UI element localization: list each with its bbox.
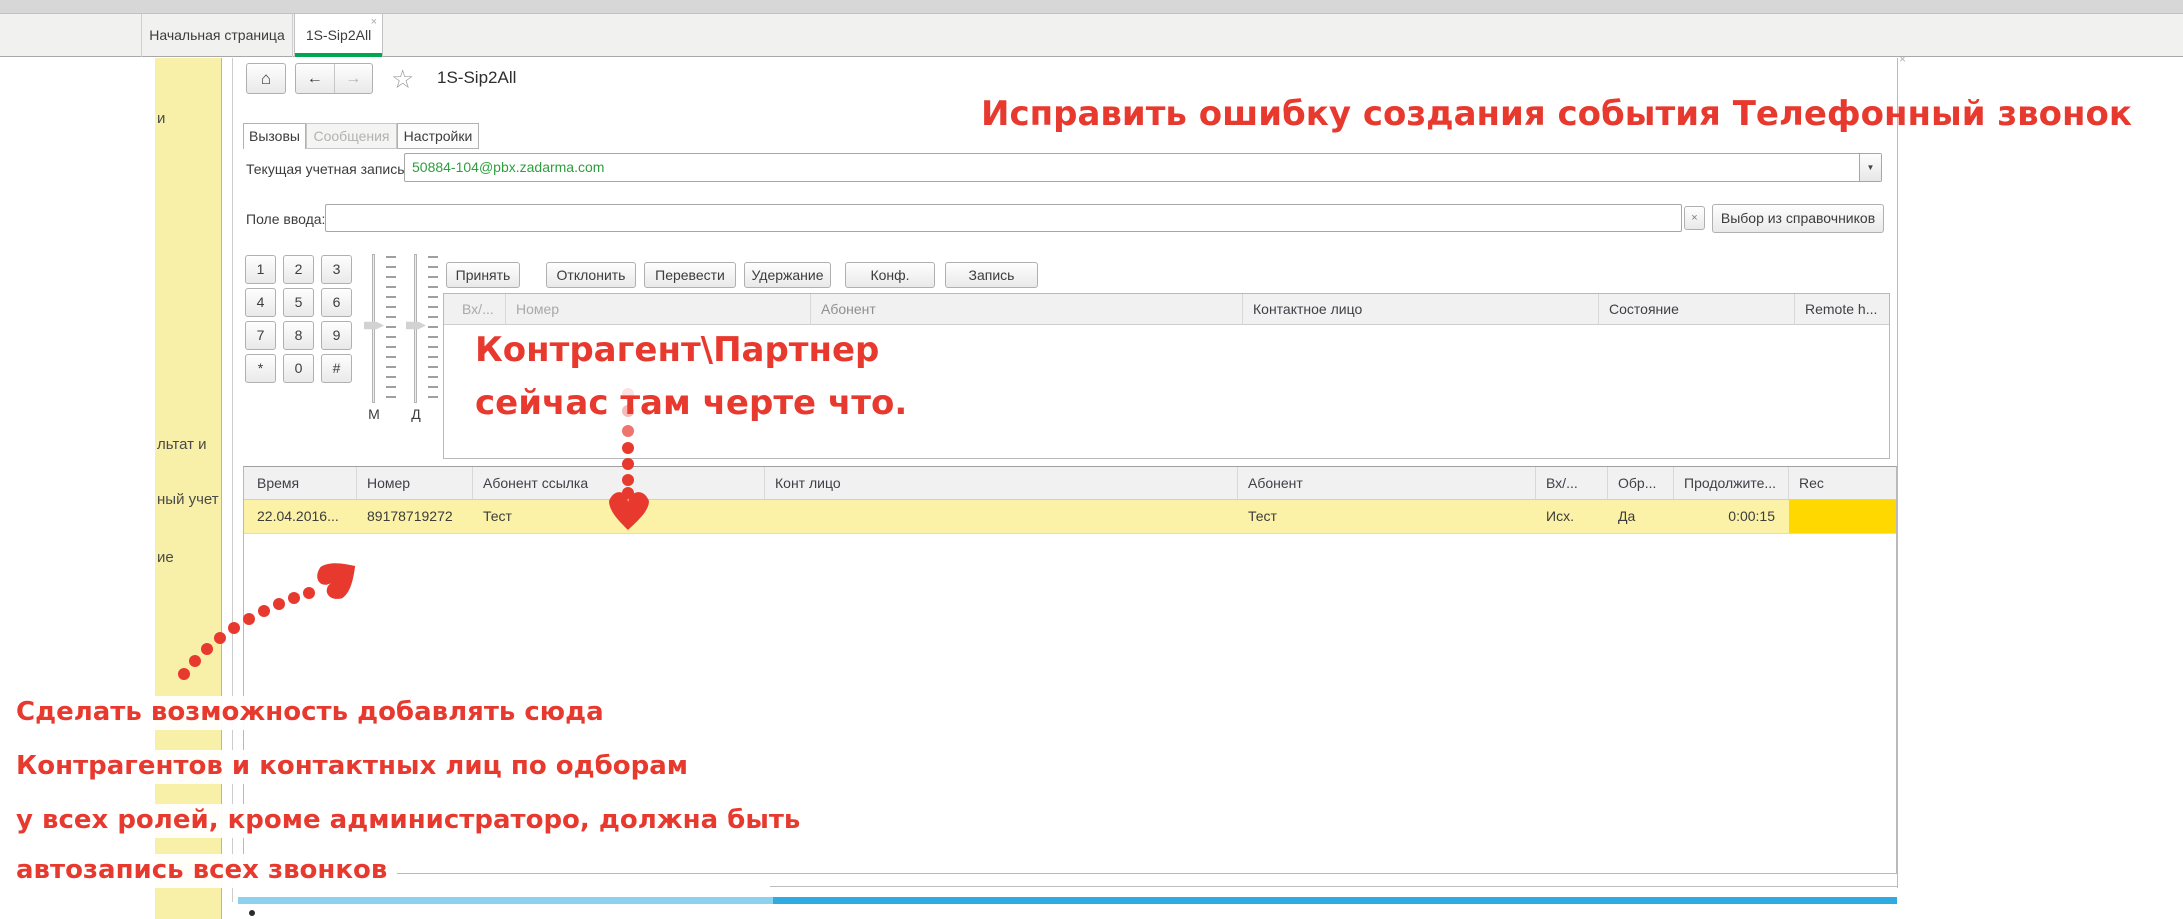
dialpad-key-9[interactable]: 9 — [321, 321, 352, 350]
col-rec[interactable]: Rec — [1789, 467, 1896, 499]
window-tab-home[interactable]: Начальная страница — [141, 14, 293, 57]
tab-close-icon[interactable]: × — [371, 17, 377, 28]
transfer-button[interactable]: Перевести — [644, 262, 736, 288]
pick-from-catalogs-button[interactable]: Выбор из справочников — [1712, 204, 1884, 233]
cell-contact — [765, 500, 1238, 533]
active-tab-indicator — [295, 53, 382, 57]
home-icon: ⌂ — [261, 69, 271, 88]
nav-history-group: ← → — [295, 63, 373, 94]
active-calls-header-row: Вх/... Номер Абонент Контактное лицо Сос… — [444, 294, 1889, 325]
home-button[interactable]: ⌂ — [246, 63, 286, 94]
dialpad-key-7[interactable]: 7 — [245, 321, 276, 350]
dialpad-key-6[interactable]: 6 — [321, 288, 352, 317]
tab-settings[interactable]: Настройки — [397, 123, 479, 149]
dynamic-slider-handle[interactable] — [406, 321, 426, 330]
window-tab-label: 1S-Sip2All — [306, 27, 371, 43]
cell-rec-indicator — [1789, 500, 1896, 533]
hold-button[interactable]: Удержание — [744, 262, 831, 288]
col-direction[interactable]: Вх/... — [444, 294, 506, 324]
dynamic-slider-label: Д — [408, 406, 424, 422]
dialpad-key-4[interactable]: 4 — [245, 288, 276, 317]
dialpad-key-2[interactable]: 2 — [283, 255, 314, 284]
account-label: Текущая учетная запись:: — [246, 161, 412, 177]
sidebar — [155, 58, 222, 919]
annotation-bottom-line2: Контрагентов и контактных лиц по одборам — [10, 750, 698, 784]
dialpad-key-8[interactable]: 8 — [283, 321, 314, 350]
window-title-strip — [0, 0, 2183, 14]
dialpad-key-1[interactable]: 1 — [245, 255, 276, 284]
annotation-top: Исправить ошибку создания события Телефо… — [981, 94, 2132, 134]
col-contact[interactable]: Конт лицо — [765, 467, 1238, 499]
col-processed[interactable]: Обр... — [1608, 467, 1674, 499]
table-row[interactable]: 22.04.2016... 89178719272 Тест Тест Исх.… — [244, 500, 1896, 534]
annotation-bottom-line3: у всех ролей, кроме администраторо, долж… — [10, 804, 810, 838]
annotation-bottom-line4: автозапись всех звонков — [10, 854, 397, 888]
mic-slider-handle[interactable] — [364, 321, 384, 330]
form-close-icon[interactable]: × — [1899, 52, 1906, 66]
cell-duration: 0:00:15 — [1674, 500, 1789, 533]
cell-processed: Да — [1608, 500, 1674, 533]
tab-messages[interactable]: Сообщения — [306, 123, 397, 149]
page-title: 1S-Sip2All — [437, 68, 516, 88]
decline-button[interactable]: Отклонить — [546, 262, 636, 288]
window-tab-1s-sip2all[interactable]: 1S-Sip2All × — [294, 14, 383, 57]
cell-number: 89178719272 — [357, 500, 473, 533]
dial-input[interactable] — [325, 204, 1682, 232]
accept-button[interactable]: Принять — [446, 262, 520, 288]
cutoff-text-mark — [249, 910, 255, 916]
dynamic-slider-ticks — [428, 256, 438, 401]
col-direction[interactable]: Вх/... — [1536, 467, 1608, 499]
cell-abonent: Тест — [1238, 500, 1536, 533]
annotation-bottom-line1: Сделать возможность добавлять сюда — [10, 696, 614, 730]
dialpad-key-hash[interactable]: # — [321, 354, 352, 383]
dialpad-key-0[interactable]: 0 — [283, 354, 314, 383]
history-header-row: Время Номер Абонент ссылка Конт лицо Або… — [244, 467, 1896, 500]
favorite-star-icon[interactable]: ☆ — [391, 66, 414, 92]
account-combobox[interactable]: 50884-104@pbx.zadarma.com ▼ — [404, 153, 1882, 182]
col-contact-person[interactable]: Контактное лицо — [1243, 294, 1599, 324]
panel-bottom-border — [770, 886, 1897, 887]
cell-time: 22.04.2016... — [244, 500, 357, 533]
col-remote-hold[interactable]: Remote h... — [1795, 294, 1889, 324]
annotation-arrow-up-right — [168, 548, 368, 688]
annotation-middle-line2: сейчас там черте что. — [475, 383, 907, 423]
col-state[interactable]: Состояние — [1599, 294, 1795, 324]
dialpad-key-3[interactable]: 3 — [321, 255, 352, 284]
window-tab-home-label: Начальная страница — [149, 27, 284, 43]
dialpad-key-5[interactable]: 5 — [283, 288, 314, 317]
account-value: 50884-104@pbx.zadarma.com — [412, 159, 604, 175]
col-abonent[interactable]: Абонент — [811, 294, 1243, 324]
clear-icon: × — [1691, 212, 1697, 224]
col-number[interactable]: Номер — [506, 294, 811, 324]
back-icon[interactable]: ← — [296, 64, 335, 93]
annotation-middle-line1: Контрагент\Партнер — [475, 330, 879, 370]
clear-input-button[interactable]: × — [1684, 206, 1705, 230]
tab-calls[interactable]: Вызовы — [243, 123, 306, 149]
panel-right-border — [1897, 58, 1898, 888]
col-number[interactable]: Номер — [357, 467, 473, 499]
status-blue-bar-fade — [238, 897, 773, 904]
sidebar-item-2[interactable]: льтат и — [157, 436, 207, 453]
dialpad-key-star[interactable]: * — [245, 354, 276, 383]
annotation-arrow-down — [595, 386, 665, 536]
col-time[interactable]: Время — [244, 467, 357, 499]
conference-button[interactable]: Конф. — [845, 262, 935, 288]
mic-slider-ticks — [386, 256, 396, 401]
col-abonent[interactable]: Абонент — [1238, 467, 1536, 499]
mic-slider-label: М — [366, 406, 382, 422]
input-field-label: Поле ввода: — [246, 211, 325, 227]
chevron-down-icon: ▼ — [1867, 163, 1875, 172]
cell-direction: Исх. — [1536, 500, 1608, 533]
sidebar-item-1[interactable]: и — [157, 110, 165, 127]
account-dropdown-button[interactable]: ▼ — [1859, 154, 1881, 181]
record-button[interactable]: Запись — [945, 262, 1038, 288]
forward-icon[interactable]: → — [335, 64, 373, 93]
col-duration[interactable]: Продолжите... — [1674, 467, 1789, 499]
sidebar-item-3[interactable]: ный учет — [157, 491, 219, 508]
